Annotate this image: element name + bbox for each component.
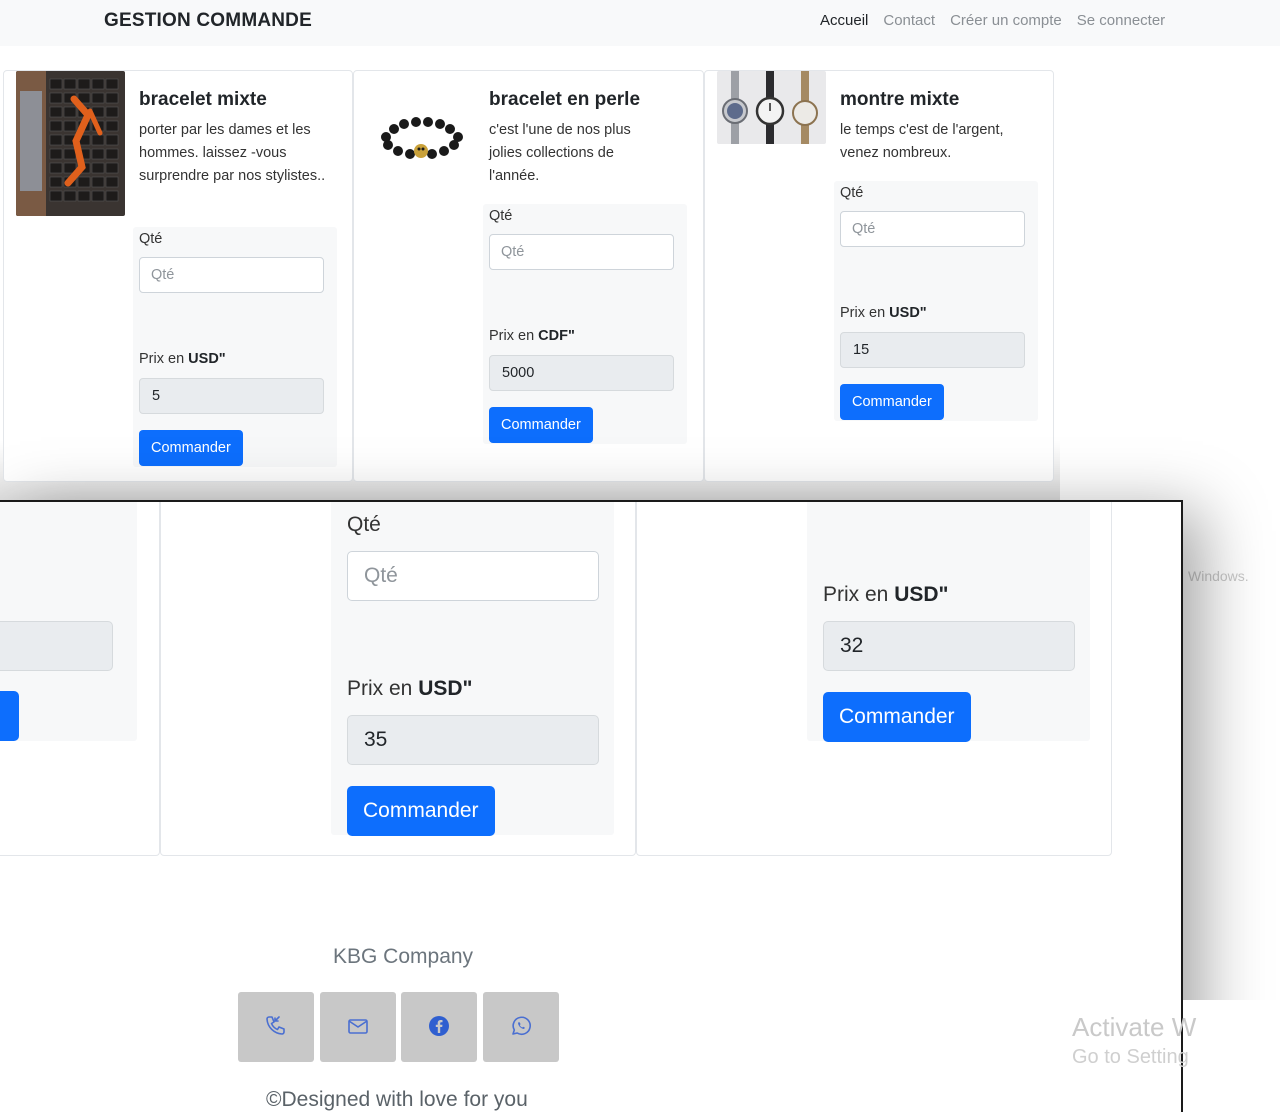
- qty-label: Qté: [489, 208, 513, 224]
- qty-label: Qté: [139, 231, 163, 247]
- zoom-card-left: [0, 502, 160, 856]
- price-label-prefix: Prix en: [840, 305, 890, 321]
- phone-button[interactable]: [238, 992, 314, 1062]
- activation-watermark-title: Activate W: [1072, 1012, 1197, 1042]
- overlay-side-area: [1183, 1000, 1280, 1112]
- zoom-qty-label: Qté: [347, 513, 381, 536]
- zoom-qty-input[interactable]: [347, 551, 599, 601]
- product-image-bracelet-mixte: [16, 71, 125, 216]
- product-title: bracelet en perle: [489, 89, 641, 110]
- product-description: le temps c'est de l'argent, venez nombre…: [840, 122, 1004, 161]
- zoom-order-form-middle: Qté Prix en USD" 35 Commander: [331, 502, 614, 836]
- zoom-price-field-left: [0, 621, 113, 671]
- zoom-price-label: Prix en USD": [347, 677, 473, 701]
- commander-button[interactable]: Commander: [840, 384, 944, 420]
- phone-icon: [264, 1014, 288, 1041]
- zoomed-screenshot-overlay: Qté Prix en USD" 35 Commander Prix en US…: [0, 500, 1183, 1112]
- product-card-montre-mixte: montre mixte le temps c'est de l'argent,…: [704, 70, 1054, 482]
- nav-links: Accueil Contact Créer un compte Se conne…: [820, 12, 1180, 29]
- price-label: Prix en USD": [139, 351, 226, 367]
- commander-button[interactable]: Commander: [139, 430, 243, 466]
- product-image-montre-mixte: [717, 71, 826, 144]
- price-label: Prix en USD": [840, 305, 927, 321]
- product-card-bracelet-en-perle: bracelet en perle c'est l'une de nos plu…: [353, 70, 704, 482]
- footer-credit: ©Designed with love for you: [266, 1088, 528, 1111]
- footer-company-name: KBG Company: [333, 945, 474, 968]
- product-card-bracelet-mixte: bracelet mixte porter par les dames et l…: [3, 70, 353, 482]
- whatsapp-icon: [509, 1014, 533, 1041]
- qty-input[interactable]: [840, 211, 1025, 247]
- nav-link-creer-compte[interactable]: Créer un compte: [950, 12, 1062, 29]
- whatsapp-button[interactable]: [483, 992, 559, 1062]
- mail-button[interactable]: [320, 992, 396, 1062]
- zoom-price-field: 35: [347, 715, 599, 765]
- zoom-card-middle: Qté Prix en USD" 35 Commander: [160, 502, 636, 856]
- zoom-order-form-right: Prix en USD" 32 Commander: [807, 502, 1090, 742]
- nav-link-accueil[interactable]: Accueil: [820, 12, 868, 29]
- mail-icon: [346, 1014, 370, 1041]
- brand-title[interactable]: GESTION COMMANDE: [104, 10, 312, 32]
- facebook-button[interactable]: [401, 992, 477, 1062]
- price-field: 5000: [489, 355, 674, 391]
- zoom-currency-label: USD": [894, 583, 949, 606]
- qty-input[interactable]: [139, 257, 324, 293]
- nav-link-se-connecter[interactable]: Se connecter: [1077, 12, 1165, 29]
- product-title: bracelet mixte: [139, 89, 267, 110]
- product-image-bracelet-en-perle: [366, 71, 475, 191]
- commander-button[interactable]: Commander: [489, 407, 593, 443]
- order-form: Qté Prix en USD" 15 Commander: [834, 181, 1038, 421]
- top-navbar: GESTION COMMANDE Accueil Contact Créer u…: [0, 0, 1280, 46]
- product-title: montre mixte: [840, 89, 960, 110]
- zoom-commander-button-left[interactable]: [0, 691, 19, 741]
- qty-label: Qté: [840, 185, 864, 201]
- order-form: Qté Prix en CDF" 5000 Commander: [483, 204, 687, 444]
- facebook-icon: [427, 1014, 451, 1041]
- zoom-commander-button[interactable]: Commander: [823, 692, 971, 742]
- price-field: 5: [139, 378, 324, 414]
- zoom-price-field: 32: [823, 621, 1075, 671]
- currency-label: CDF": [538, 328, 575, 344]
- qty-input[interactable]: [489, 234, 674, 270]
- nav-link-contact[interactable]: Contact: [883, 12, 935, 29]
- price-field: 15: [840, 332, 1025, 368]
- zoom-commander-button[interactable]: Commander: [347, 786, 495, 836]
- price-label: Prix en CDF": [489, 328, 575, 344]
- order-form: Qté Prix en USD" 5 Commander: [133, 227, 337, 467]
- currency-label: USD": [889, 305, 927, 321]
- activation-watermark-subtitle: Go to Setting: [1072, 1046, 1189, 1068]
- zoom-price-label-prefix: Prix en: [823, 583, 895, 606]
- zoom-price-label-prefix: Prix en: [347, 677, 419, 700]
- price-label-prefix: Prix en: [139, 351, 189, 367]
- zoom-price-label: Prix en USD": [823, 583, 949, 607]
- price-label-prefix: Prix en: [489, 328, 539, 344]
- activation-watermark-fragment: Windows.: [1188, 568, 1249, 584]
- zoom-currency-label: USD": [418, 677, 473, 700]
- product-description: c'est l'une de nos plus jolies collectio…: [489, 122, 631, 184]
- product-description: porter par les dames et les hommes. lais…: [139, 122, 326, 184]
- currency-label: USD": [188, 351, 226, 367]
- zoom-card-right: Prix en USD" 32 Commander: [636, 502, 1112, 856]
